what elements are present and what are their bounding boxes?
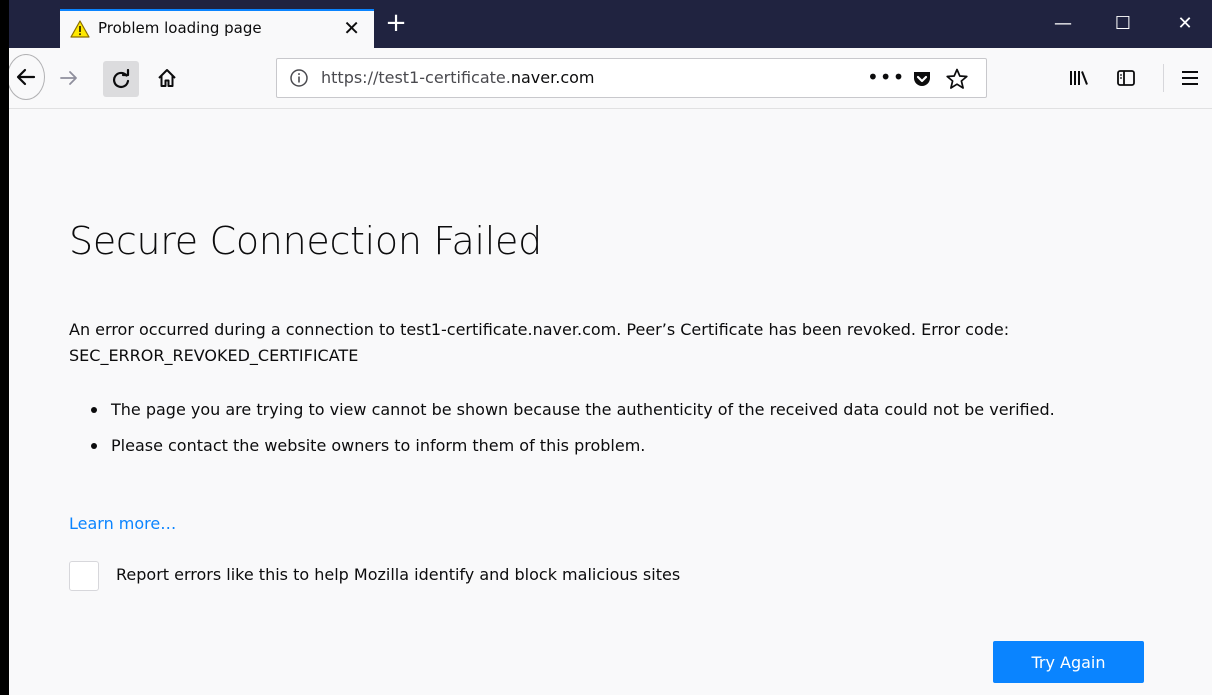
- error-reasons-list: The page you are trying to view cannot b…: [69, 397, 1149, 469]
- warning-icon: [70, 20, 90, 38]
- tab-title: Problem loading page: [98, 19, 262, 37]
- bullet-icon: [91, 407, 97, 413]
- close-window-button[interactable]: ✕: [1165, 12, 1205, 36]
- toolbar-separator: [1163, 64, 1164, 92]
- browser-window: Problem loading page ✕ + — ☐ ✕ https://t…: [9, 0, 1212, 695]
- bookmark-star-icon[interactable]: [945, 67, 969, 91]
- report-errors-label[interactable]: Report errors like this to help Mozilla …: [116, 565, 680, 584]
- list-item: Please contact the website owners to inf…: [69, 433, 1149, 459]
- pocket-icon[interactable]: [911, 68, 933, 90]
- minimize-button[interactable]: —: [1043, 12, 1083, 36]
- page-title: Secure Connection Failed: [69, 219, 542, 263]
- forward-button[interactable]: [53, 62, 85, 94]
- reload-button[interactable]: [103, 61, 139, 97]
- home-icon: [158, 69, 176, 87]
- list-item: The page you are trying to view cannot b…: [69, 397, 1149, 423]
- library-icon: [1070, 71, 1088, 85]
- address-bar[interactable]: https://test1-certificate.naver.com •••: [276, 58, 987, 98]
- page-actions-more-icon[interactable]: •••: [867, 65, 905, 89]
- try-again-button[interactable]: Try Again: [993, 641, 1144, 683]
- hamburger-menu-icon: [1182, 71, 1198, 85]
- learn-more-link[interactable]: Learn more…: [69, 514, 176, 533]
- new-tab-button[interactable]: +: [382, 10, 410, 38]
- back-button[interactable]: [9, 54, 45, 100]
- site-info-icon[interactable]: [289, 68, 309, 88]
- reload-icon: [112, 69, 130, 88]
- url-text[interactable]: https://test1-certificate.naver.com: [321, 68, 594, 87]
- sidebar-icon: [1117, 70, 1135, 86]
- tab-bar: Problem loading page ✕ + — ☐ ✕: [9, 0, 1212, 48]
- error-page: Secure Connection Failed An error occurr…: [9, 109, 1212, 695]
- error-description: An error occurred during a connection to…: [69, 320, 1010, 365]
- navigation-toolbar: https://test1-certificate.naver.com •••: [9, 48, 1212, 109]
- sidebar-button[interactable]: [1108, 60, 1144, 96]
- back-arrow-icon: [16, 68, 36, 86]
- menu-button[interactable]: [1172, 60, 1208, 96]
- home-button[interactable]: [151, 61, 183, 95]
- reason-text: The page you are trying to view cannot b…: [111, 400, 1055, 419]
- url-domain: naver.com: [510, 68, 595, 87]
- tab-problem-loading[interactable]: Problem loading page ✕: [60, 9, 374, 48]
- forward-arrow-icon: [60, 71, 77, 85]
- library-button[interactable]: [1061, 60, 1097, 96]
- reason-text: Please contact the website owners to inf…: [111, 436, 646, 455]
- bullet-icon: [91, 443, 97, 449]
- tab-close-icon[interactable]: ✕: [343, 16, 360, 40]
- url-prefix: https://test1-certificate.: [321, 68, 511, 87]
- report-errors-checkbox[interactable]: [69, 561, 99, 591]
- maximize-button[interactable]: ☐: [1103, 12, 1143, 36]
